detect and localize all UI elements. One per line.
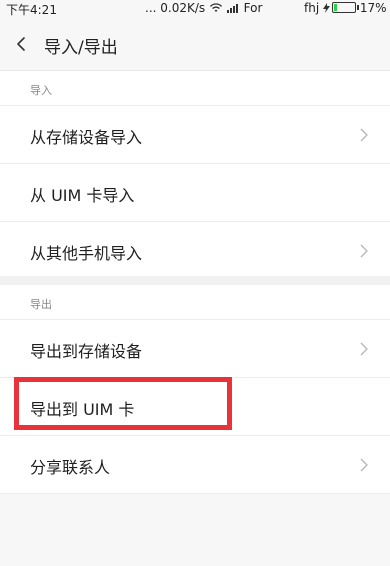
section-divider [0,276,390,285]
charging-icon [323,3,330,13]
import-from-other-phone-row[interactable]: 从其他手机导入 [0,221,390,279]
chevron-right-icon [360,128,368,142]
share-contacts-label: 分享联系人 [30,458,111,477]
export-section: 导出 导出到存储设备 导出到 UIM 卡 分享联系人 [0,285,390,494]
carrier-name: For [243,1,263,15]
export-to-storage-row[interactable]: 导出到存储设备 [0,319,390,377]
chevron-right-icon [360,458,368,472]
import-from-uim-row[interactable]: 从 UIM 卡导入 [0,163,390,221]
status-bar: 下午4:21 ... 0.02K/s For fhj 17% [0,0,390,18]
battery-percent: 17% [359,1,387,15]
import-header-label: 导入 [30,84,52,97]
back-arrow-icon[interactable] [10,30,36,58]
wifi-icon [209,3,223,12]
import-from-storage-label: 从存储设备导入 [30,128,143,147]
export-to-uim-row[interactable]: 导出到 UIM 卡 [0,377,390,435]
battery-level-fill [334,4,337,11]
battery-icon [332,2,359,13]
nav-bar: 导入/导出 [0,18,390,71]
share-contacts-row[interactable]: 分享联系人 [0,435,390,494]
export-to-storage-label: 导出到存储设备 [30,342,143,361]
import-section: 导入 从存储设备导入 从 UIM 卡导入 从其他手机导入 [0,71,390,279]
network-speed: ... 0.02K/s [145,1,206,15]
status-right: fhj 17% [304,1,387,15]
import-from-storage-row[interactable]: 从存储设备导入 [0,105,390,163]
export-header-label: 导出 [30,298,52,311]
export-section-header: 导出 [0,285,390,319]
signal-icon [226,4,238,13]
import-from-other-phone-label: 从其他手机导入 [30,244,143,263]
status-network: ... 0.02K/s For [145,1,262,15]
page-title: 导入/导出 [44,38,118,58]
chevron-right-icon [360,244,368,258]
export-to-uim-label: 导出到 UIM 卡 [30,400,135,419]
chevron-right-icon [360,342,368,356]
import-from-uim-label: 从 UIM 卡导入 [30,186,135,205]
status-time: 下午4:21 [6,3,57,17]
import-section-header: 导入 [0,71,390,105]
status-user: fhj [304,1,320,15]
